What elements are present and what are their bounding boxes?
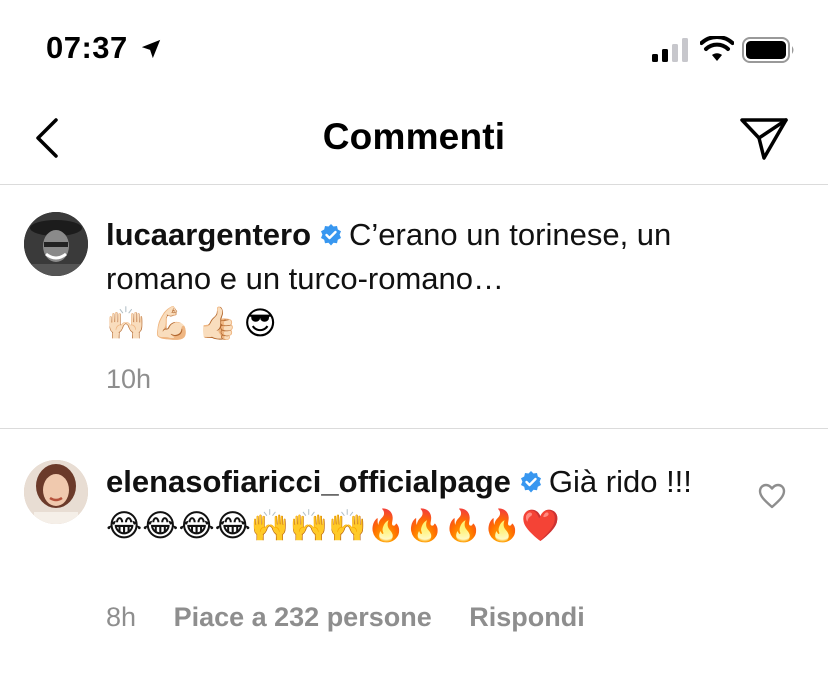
avatar-image [24, 460, 88, 524]
wifi-icon [700, 36, 734, 61]
status-bar: 07:37 [0, 0, 828, 100]
caption-comment: lucaargentero C’erano un torinese, un ro… [0, 186, 828, 429]
page-title: Commenti [322, 116, 506, 157]
comment-item: elenasofiaricci_officialpage Già rido !!… [0, 430, 828, 683]
signal-icon [652, 38, 688, 62]
comment-meta: 8h Piace a 232 persone Rispondi [106, 602, 615, 633]
nav-bar: Commenti [0, 100, 828, 185]
likes-count-link[interactable]: Piace a 232 persone [174, 602, 432, 632]
verified-badge-icon [520, 471, 541, 493]
status-time: 07:37 [46, 30, 128, 65]
send-icon[interactable] [738, 114, 792, 164]
avatar[interactable] [24, 460, 88, 524]
username[interactable]: lucaargentero [106, 217, 311, 252]
username[interactable]: elenasofiaricci_officialpage [106, 464, 511, 499]
heart-outline-icon[interactable] [758, 483, 786, 509]
comment-body: lucaargentero C’erano un torinese, un ro… [106, 213, 766, 301]
verified-badge-icon [321, 224, 342, 246]
reply-button[interactable]: Rispondi [469, 602, 585, 632]
comment-text: Già rido !!! [548, 464, 692, 499]
location-arrow-icon [141, 39, 161, 59]
timestamp: 8h [106, 602, 137, 632]
battery-icon [742, 37, 794, 63]
timestamp: 10h [106, 364, 152, 394]
comment-emojis: 😂😂😂😂🙌🙌🙌🔥🔥🔥🔥❤️ [106, 508, 560, 544]
comment-body: elenasofiaricci_officialpage Già rido !!… [106, 460, 716, 548]
avatar[interactable] [24, 212, 88, 276]
caption-emojis: 🙌🏻💪🏻👍🏻😎 [106, 304, 283, 342]
avatar-image [24, 212, 88, 276]
